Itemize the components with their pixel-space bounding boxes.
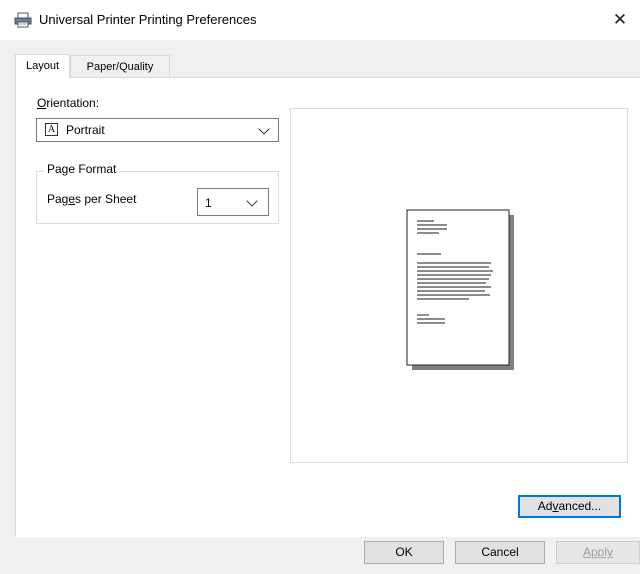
tab-paper-quality[interactable]: Paper/Quality [70,55,170,77]
tab-layout[interactable]: Layout [15,54,70,78]
tab-label: Paper/Quality [86,61,154,73]
pages-per-sheet-dropdown[interactable]: 1 [197,188,269,216]
orientation-label: Orientation: [37,96,100,110]
portrait-icon: A [45,123,58,136]
tab-label: Layout [25,60,60,72]
close-icon: ✕ [612,10,628,29]
window-title: Universal Printer Printing Preferences [39,12,257,27]
ok-button[interactable]: OK [364,541,444,564]
printer-icon [14,12,32,28]
chevron-down-icon [246,195,258,207]
advanced-button[interactable]: Advanced... [518,495,621,518]
orientation-value: Portrait [66,123,105,137]
page-preview-graphic [406,209,514,370]
orientation-dropdown[interactable]: A Portrait [36,118,279,142]
apply-button[interactable]: Apply [556,541,640,564]
close-button[interactable]: ✕ [600,0,640,40]
layout-preview [290,108,628,463]
page-format-group-label: Page Format [44,162,120,176]
chevron-down-icon [258,123,270,135]
cancel-button[interactable]: Cancel [455,541,545,564]
pages-per-sheet-value: 1 [205,196,212,210]
title-bar: Universal Printer Printing Preferences ✕ [0,0,640,40]
pages-per-sheet-label: Pages per Sheet [47,192,137,206]
